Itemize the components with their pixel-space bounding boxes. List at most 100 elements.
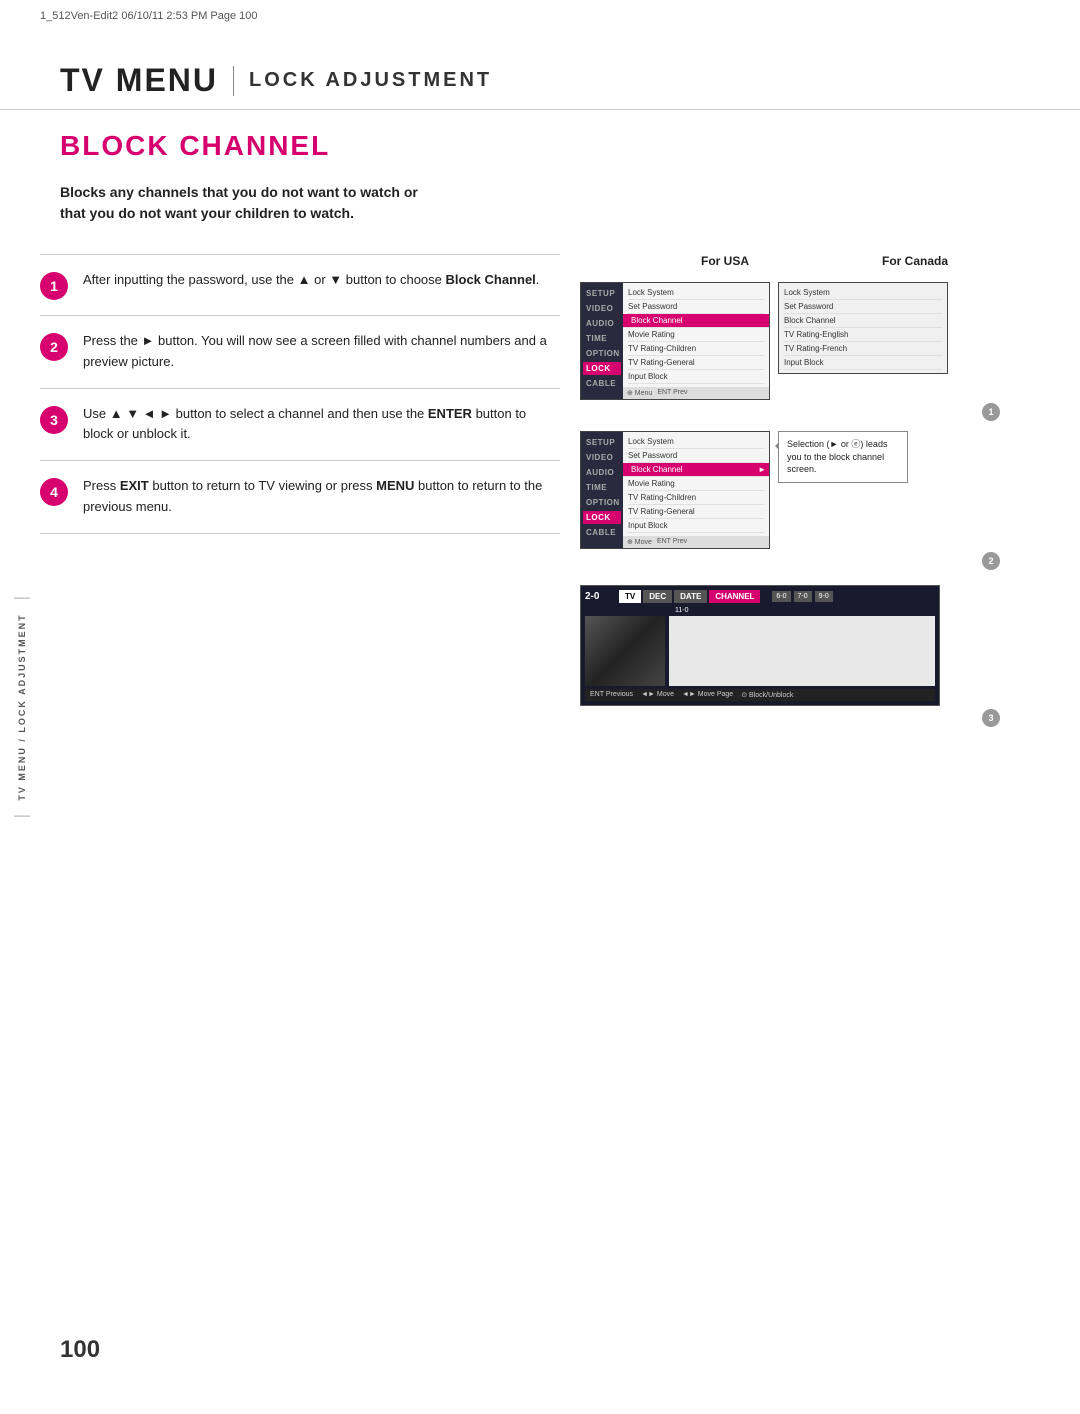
step-1-text: After inputting the password, use the ▲ … [83,270,560,291]
tab-channel: CHANNEL [709,590,760,603]
usa-menu-1: SETUP VIDEO AUDIO TIME OPTION LOCK CABLE… [580,282,770,400]
sidebar-option-2: OPTION [583,496,621,509]
menu-footer-prev-2: ENT Prev [657,538,687,546]
badge-row-2: 2 [580,552,1000,570]
channel-footer: ENT Previous ◄► Move ◄► Move Page ⊙ Bloc… [585,689,935,701]
channel-range-1: 6-0 [772,591,790,602]
set-password-usa: Set Password [628,300,764,314]
screenshot-block-2: SETUP VIDEO AUDIO TIME OPTION LOCK CABLE… [580,431,1000,570]
section-title: BLOCK CHANNEL [0,130,1080,162]
sidebar-lock-2: LOCK [583,511,621,524]
step-3: 3 Use ▲ ▼ ◄ ► button to select a channel… [40,388,560,461]
usa-header: For USA [630,254,820,268]
step-2-number: 2 [40,333,68,361]
menu-footer-move: ⊕ Menu [627,389,652,397]
screenshots-column: For USA For Canada SETUP VIDEO AUDIO TIM… [580,254,1000,727]
usa-menu-content-1: Lock System Set Password Block Channel M… [623,283,769,387]
badge-row-1: 1 [580,403,1000,421]
screenshot-badge-3: 3 [982,709,1000,727]
tv-rating-general-usa-2: TV Rating-General [628,505,764,519]
usa-menu-footer-2: ⊕ Move ENT Prev [623,536,769,548]
channel-extra-num: 11-0 [675,607,935,614]
callout-bubble: Selection (► or ⓔ) leads you to the bloc… [778,431,908,483]
channel-current-num: 2-0 [585,591,615,602]
block-channel-label: Block Channel [631,465,683,474]
footer-move: ◄► Move [641,691,674,699]
lock-system-usa-2: Lock System [628,435,764,449]
badge-row-3: 3 [580,709,1000,727]
sidebar-setup-2: SETUP [583,436,621,449]
sidebar-time: TIME [583,332,621,345]
sidebar-audio: AUDIO [583,317,621,330]
step-2: 2 Press the ► button. You will now see a… [40,315,560,388]
canada-menu-content-1: Lock System Set Password Block Channel T… [779,283,947,373]
page-number: 100 [60,1336,100,1364]
step-4-number: 4 [40,478,68,506]
sidebar-setup: SETUP [583,287,621,300]
vertical-sidebar: TV MENU / LOCK ADJUSTMENT [14,597,30,816]
tab-tv: TV [619,590,641,603]
channel-tabs-row: TV DEC DATE CHANNEL [619,590,760,603]
intro-text: Blocks any channels that you do not want… [0,182,500,224]
movie-rating-usa-2: Movie Rating [628,477,764,491]
input-block-usa-2: Input Block [628,519,764,533]
steps-column: 1 After inputting the password, use the … [40,254,560,727]
channel-screenshot: 2-0 TV DEC DATE CHANNEL 6-0 7-0 9-0 11-0 [580,585,940,706]
sidebar-option: OPTION [583,347,621,360]
tv-rating-children-usa-2: TV Rating-Children [628,491,764,505]
tv-rating-children-usa: TV Rating-Children [628,342,764,356]
block-channel-arrow: ► [758,465,766,474]
lock-system-canada: Lock System [784,286,942,300]
sidebar-time-2: TIME [583,481,621,494]
step-3-text: Use ▲ ▼ ◄ ► button to select a channel a… [83,404,560,446]
screenshot-badge-2: 2 [982,552,1000,570]
channel-range-2: 7-0 [794,591,812,602]
block-channel-usa-selected: Block Channel [623,314,769,328]
lock-system-usa: Lock System [628,286,764,300]
tv-rating-english-canada: TV Rating-English [784,328,942,342]
footer-move-page: ◄► Move Page [682,691,733,699]
channel-preview [585,616,665,686]
screenshot-badge-1: 1 [982,403,1000,421]
menu-sidebar-usa-2: SETUP VIDEO AUDIO TIME OPTION LOCK CABLE [581,432,623,548]
sidebar-video: VIDEO [583,302,621,315]
header-meta: 1_512Ven-Edit2 06/10/11 2:53 PM Page 100 [0,0,1080,32]
sidebar-lock: LOCK [583,362,621,375]
menu-footer-move-2: ⊕ Move [627,538,652,546]
screenshot-block-1: SETUP VIDEO AUDIO TIME OPTION LOCK CABLE… [580,282,1000,421]
step-4-text: Press EXIT button to return to TV viewin… [83,476,560,518]
canada-menu-1: Lock System Set Password Block Channel T… [778,282,948,374]
title-separator [233,66,234,96]
input-block-canada: Input Block [784,356,942,370]
step-4: 4 Press EXIT button to return to TV view… [40,460,560,534]
screenshot-block-3: 2-0 TV DEC DATE CHANNEL 6-0 7-0 9-0 11-0 [580,580,1000,727]
tv-menu-label: TV MENU [60,62,218,99]
step-3-number: 3 [40,406,68,434]
sidebar-cable-2: CABLE [583,526,621,539]
tv-rating-french-canada: TV Rating-French [784,342,942,356]
channel-range-3: 9-0 [815,591,833,602]
block-channel-canada: Block Channel [784,314,942,328]
channel-list-area [669,616,935,686]
channel-header: 2-0 TV DEC DATE CHANNEL 6-0 7-0 9-0 [585,590,935,603]
menu-footer-prev: ENT Prev [657,389,687,397]
canada-header: For Canada [830,254,1000,268]
page-title: TV MENU LOCK ADJUSTMENT [60,62,1020,99]
tab-date: DATE [674,590,707,603]
sidebar-video-2: VIDEO [583,451,621,464]
lock-adjustment-label: LOCK ADJUSTMENT [249,69,492,92]
sidebar-cable: CABLE [583,377,621,390]
movie-rating-usa: Movie Rating [628,328,764,342]
set-password-usa-2: Set Password [628,449,764,463]
menu-sidebar-usa-1: SETUP VIDEO AUDIO TIME OPTION LOCK CABLE [581,283,623,399]
step-1-number: 1 [40,272,68,300]
tv-rating-general-usa: TV Rating-General [628,356,764,370]
usa-menu-content-2: Lock System Set Password Block Channel ►… [623,432,769,536]
usa-menu-footer-1: ⊕ Menu ENT Prev [623,387,769,399]
step-1: 1 After inputting the password, use the … [40,254,560,315]
block-channel-usa-2-selected: Block Channel ► [623,463,769,477]
step-2-text: Press the ► button. You will now see a s… [83,331,560,373]
usa-menu-2: SETUP VIDEO AUDIO TIME OPTION LOCK CABLE… [580,431,770,549]
channel-preview-image [585,616,665,686]
footer-block-unblock: ⊙ Block/Unblock [741,691,793,699]
